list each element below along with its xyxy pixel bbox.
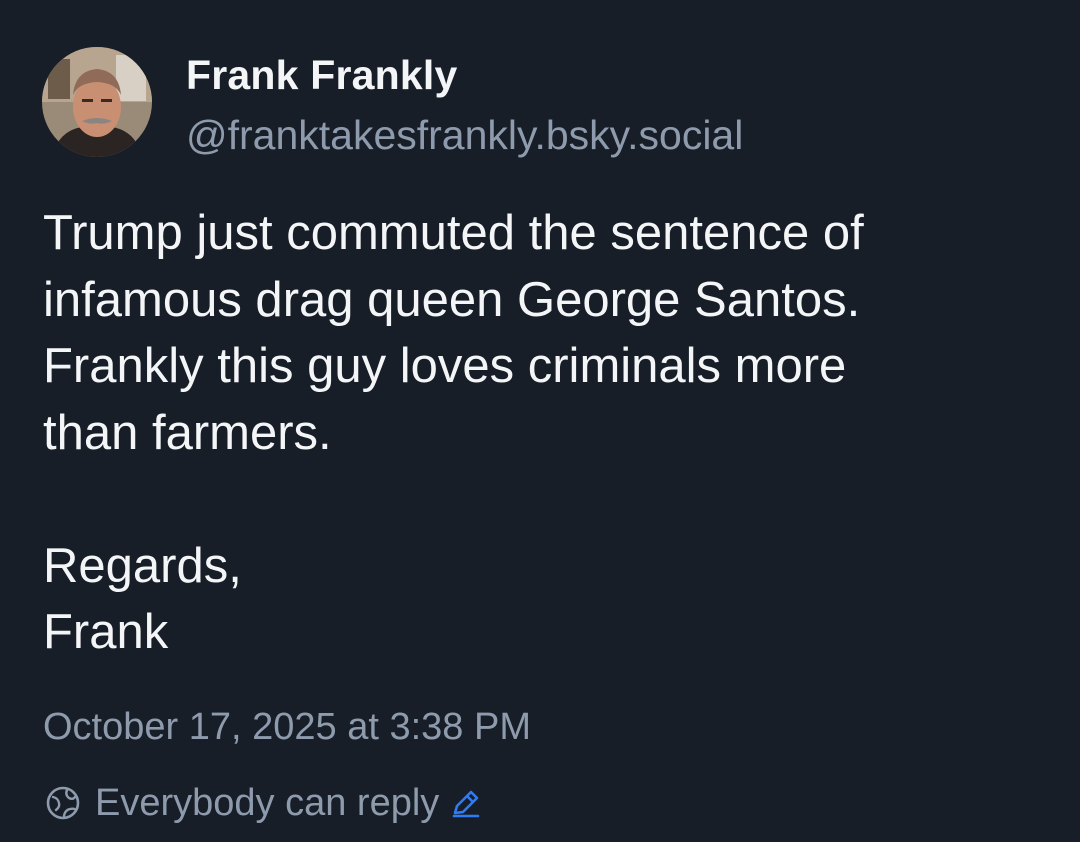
author-handle[interactable]: @franktakesfrankly.bsky.social (186, 112, 743, 159)
author-display-name[interactable]: Frank Frankly (186, 52, 457, 99)
globe-icon (45, 785, 81, 821)
post-text: Trump just commuted the sentence of infa… (43, 206, 864, 659)
reply-setting-label: Everybody can reply (95, 781, 440, 824)
post-timestamp: October 17, 2025 at 3:38 PM (43, 706, 531, 748)
reply-setting: Everybody can reply (45, 778, 483, 828)
post-thread-item: Frank Frankly @franktakesfrankly.bsky.so… (0, 0, 1080, 842)
avatar[interactable] (42, 47, 152, 157)
avatar-image (42, 47, 152, 157)
pencil-icon[interactable] (449, 786, 483, 820)
